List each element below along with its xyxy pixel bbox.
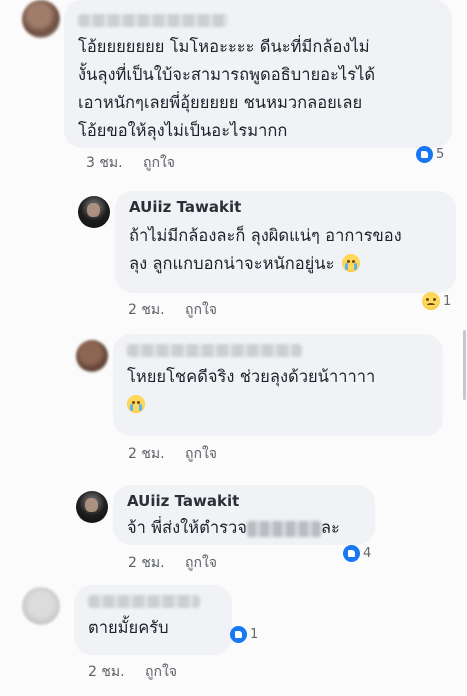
comment-time[interactable]: 3 ชม. xyxy=(86,152,123,174)
reaction-summary[interactable]: 4 xyxy=(343,545,371,562)
comment-time[interactable]: 2 ชม. xyxy=(128,443,165,465)
comment-meta: 2 ชม. ถูกใจ xyxy=(88,661,177,683)
comment-text: จ้า พี่ส่งให้ตำรวจ ละ xyxy=(127,518,340,537)
reaction-summary[interactable]: 5 xyxy=(416,146,444,163)
avatar[interactable] xyxy=(22,587,60,625)
comment-bubble: โหยยโชคดีจริง ช่วยลุงด้วยน้าาาาา xyxy=(113,334,443,436)
avatar[interactable] xyxy=(22,0,60,38)
author-name-blurred[interactable] xyxy=(127,344,302,357)
reaction-count: 1 xyxy=(443,293,452,309)
reaction-count: 4 xyxy=(363,546,372,561)
comment-bubble: โอ้ยยยยยยย โมโหอะะะะ ดีนะที่มีกล้องไม่ ง… xyxy=(64,0,452,148)
comment-text: โอ้ยยยยยยย โมโหอะะะะ ดีนะที่มีกล้องไม่ ง… xyxy=(78,37,376,140)
reaction-count: 5 xyxy=(436,147,445,162)
reaction-summary[interactable]: 1 xyxy=(230,626,258,643)
like-icon xyxy=(230,626,247,643)
sad-reaction-icon xyxy=(422,292,440,310)
like-link[interactable]: ถูกใจ xyxy=(143,152,175,174)
comment-time[interactable]: 2 ชม. xyxy=(88,661,125,683)
like-icon xyxy=(343,545,360,562)
author-name[interactable]: AUiiz Tawakit xyxy=(129,198,442,216)
comment-bubble: AUiiz Tawakit ถ้าไม่มีกล้องละก็ ลุงผิดแน… xyxy=(115,191,456,293)
comment-text: ตายมั้ยครับ xyxy=(88,618,169,637)
comment-meta: 2 ชม. ถูกใจ xyxy=(128,299,217,321)
like-link[interactable]: ถูกใจ xyxy=(145,661,177,683)
avatar[interactable] xyxy=(76,340,108,372)
avatar[interactable] xyxy=(78,196,110,228)
like-icon xyxy=(416,146,433,163)
redacted-text xyxy=(246,520,321,537)
comment-meta: 3 ชม. ถูกใจ xyxy=(86,152,175,174)
comment-bubble: ตายมั้ยครับ xyxy=(74,585,232,655)
author-name-blurred[interactable] xyxy=(78,14,228,27)
like-link[interactable]: ถูกใจ xyxy=(185,299,217,321)
author-name[interactable]: AUiiz Tawakit xyxy=(127,492,361,510)
like-link[interactable]: ถูกใจ xyxy=(185,443,217,465)
reaction-count: 1 xyxy=(250,627,259,642)
comment-text: ถ้าไม่มีกล้องละก็ ลุงผิดแน่ๆ อาการของ ลุ… xyxy=(129,226,402,273)
crying-face-icon xyxy=(341,254,360,272)
comment-time[interactable]: 2 ชม. xyxy=(128,552,165,574)
comment-meta: 2 ชม. ถูกใจ xyxy=(128,552,217,574)
reaction-summary[interactable]: 1 xyxy=(422,292,451,310)
comment-text: โหยยโชคดีจริง ช่วยลุงด้วยน้าาาาา xyxy=(127,363,429,419)
author-name-blurred[interactable] xyxy=(88,595,200,608)
crying-face-icon xyxy=(127,395,145,413)
comment-meta: 2 ชม. ถูกใจ xyxy=(128,443,217,465)
avatar[interactable] xyxy=(76,491,108,523)
scrollbar[interactable] xyxy=(463,330,466,400)
comment-time[interactable]: 2 ชม. xyxy=(128,299,165,321)
comment-bubble: AUiiz Tawakit จ้า พี่ส่งให้ตำรวจ ละ xyxy=(113,485,375,545)
like-link[interactable]: ถูกใจ xyxy=(185,552,217,574)
